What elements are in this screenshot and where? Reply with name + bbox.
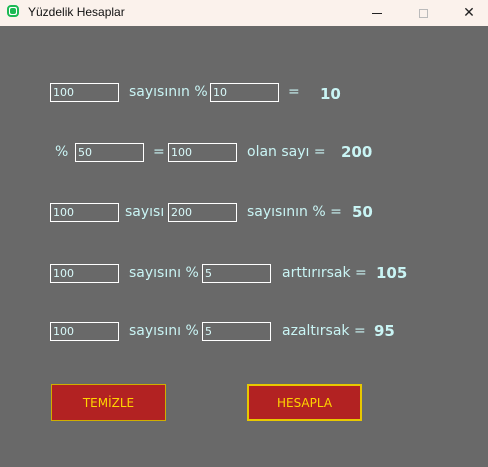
row2-label: olan sayı =: [247, 144, 326, 160]
row5-decrease-label: azaltırsak =: [282, 323, 366, 339]
row3-percent-label: sayısının % =: [247, 204, 342, 220]
row1-label: sayısının %: [129, 84, 208, 100]
row4-number-input[interactable]: 100: [50, 264, 119, 283]
row3-number-input[interactable]: 100: [50, 203, 119, 222]
row2-result: 200: [341, 143, 373, 161]
row2-value-input[interactable]: 100: [168, 143, 237, 162]
row3-base-input[interactable]: 200: [168, 203, 237, 222]
maximize-button[interactable]: [400, 0, 446, 26]
row3-label: sayısı: [125, 204, 165, 220]
row4-result: 105: [376, 264, 408, 282]
row5-number-input[interactable]: 100: [50, 322, 119, 341]
close-button[interactable]: ✕: [446, 0, 488, 26]
minimize-icon: [372, 12, 382, 14]
calculate-button[interactable]: HESAPLA: [247, 384, 362, 421]
row1-equals-label: =: [288, 84, 300, 100]
row3-result: 50: [352, 203, 373, 221]
window-title: Yüzdelik Hesaplar: [28, 5, 125, 19]
row5-result: 95: [374, 322, 395, 340]
minimize-button[interactable]: [354, 0, 400, 26]
row4-increase-label: arttırırsak =: [282, 265, 367, 281]
row1-result: 10: [320, 85, 341, 103]
row2-equals-label: =: [153, 144, 165, 160]
maximize-icon: [418, 8, 428, 18]
row1-percent-input[interactable]: 10: [210, 83, 279, 102]
row2-percent-input[interactable]: 50: [75, 143, 144, 162]
close-icon: ✕: [463, 5, 475, 21]
row5-percent-input[interactable]: 5: [202, 322, 271, 341]
row1-number-input[interactable]: 100: [50, 83, 119, 102]
row4-percent-input[interactable]: 5: [202, 264, 271, 283]
row2-percent-label: %: [55, 144, 69, 160]
title-bar: Yüzdelik Hesaplar ✕: [0, 0, 488, 26]
clear-button[interactable]: TEMİZLE: [51, 384, 166, 421]
row4-label: sayısını %: [129, 265, 199, 281]
app-icon: [7, 5, 19, 17]
row5-label: sayısını %: [129, 323, 199, 339]
